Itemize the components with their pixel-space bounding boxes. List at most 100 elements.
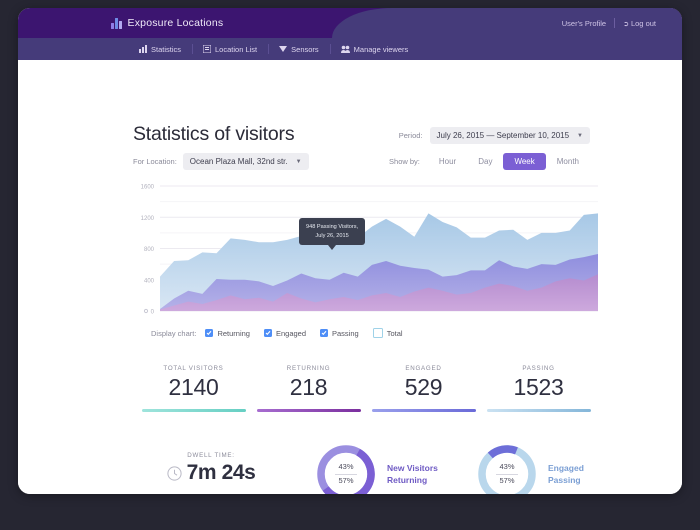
chevron-down-icon: ▼ <box>295 158 302 165</box>
kpi-label: Engaged <box>405 365 442 372</box>
showby-option-hour[interactable]: Hour <box>428 153 467 170</box>
chart-tooltip: 948 Passing Visitors, July 26, 2015 <box>299 218 366 251</box>
donut-legend-line-1: New Visitors <box>387 462 438 473</box>
donut-top-pct: 43% <box>338 461 354 471</box>
clock-icon <box>166 465 182 481</box>
kpi-returning: Returning 218 <box>251 365 366 412</box>
divider <box>335 473 357 475</box>
legend-toggle-returning[interactable]: Returning <box>205 329 250 338</box>
kpi-color-bar <box>141 409 246 412</box>
kpi-passing: Passing 1523 <box>481 365 596 412</box>
brand: Exposure Locations <box>111 8 223 38</box>
svg-text:1200: 1200 <box>141 216 155 222</box>
kpi-color-bar <box>256 409 361 412</box>
showby-option-month[interactable]: Month <box>546 153 590 170</box>
nav-item-sensors[interactable]: Sensors <box>268 38 330 60</box>
showby-option-day[interactable]: Day <box>467 153 503 170</box>
bar-chart-icon <box>111 17 122 29</box>
donut-legend: New Visitors Returning <box>387 462 438 487</box>
dwell-time-value: 7m 24s <box>186 461 256 484</box>
kpi-label: Passing <box>522 365 555 372</box>
dwell-time-label: Dwell Time: <box>187 452 235 459</box>
donut-engaged-passing: 43% 57% Engaged Passing <box>476 443 584 494</box>
showby-option-week[interactable]: Week <box>503 153 546 170</box>
period-select[interactable]: July 26, 2015 — September 10, 2015 ▼ <box>429 127 590 144</box>
legend-toggle-total[interactable]: Total <box>372 328 403 338</box>
svg-text:800: 800 <box>144 247 155 253</box>
donut-legend-line-2: Passing <box>548 475 581 485</box>
legend-label-text: Total <box>386 328 403 338</box>
location-select-value: Ocean Plaza Mall, 32nd str. <box>189 157 288 166</box>
kpi-label: Total Visitors <box>163 365 224 372</box>
chevron-down-icon: ▼ <box>577 132 583 139</box>
tooltip-line-2: July 26, 2015 <box>315 232 349 239</box>
donut-legend: Engaged Passing <box>548 462 584 487</box>
nav-label: Statistics <box>151 44 182 54</box>
nav-item-manage-viewers[interactable]: Manage viewers <box>329 38 420 60</box>
svg-text:1600: 1600 <box>141 185 155 191</box>
location-label: For Location: <box>133 157 177 166</box>
period-label: Period: <box>398 131 423 140</box>
kpi-value: 2140 <box>168 374 219 400</box>
donut-legend-line-1: Engaged <box>548 462 584 473</box>
dwell-time-card: Dwell Time: 7m 24s <box>136 452 286 494</box>
nav-label: Manage viewers <box>353 44 409 54</box>
show-by-control: Show by: Hour Day Week Month <box>389 153 590 170</box>
period-select-value: July 26, 2015 — September 10, 2015 <box>436 131 570 140</box>
user-profile-link[interactable]: User's Profile <box>562 19 606 28</box>
kpi-value: 529 <box>404 374 443 400</box>
app-window: Exposure Locations User's Profile ➲ Log o… <box>18 8 682 494</box>
nav-label: Location List <box>215 44 258 54</box>
topbar-account-links: User's Profile ➲ Log out <box>562 8 656 38</box>
legend-label-text: Returning <box>217 328 250 338</box>
kpi-value: 218 <box>289 374 328 400</box>
legend-toggle-engaged[interactable]: Engaged <box>263 329 306 338</box>
page-content: Statistics of visitors For Location: Oce… <box>18 60 682 494</box>
brand-name: Exposure Locations <box>127 17 224 29</box>
logout-link[interactable]: ➲ Log out <box>623 19 656 28</box>
chart-icon <box>139 45 147 53</box>
donut-percentages: 43% 57% <box>476 443 538 494</box>
main-navigation: Statistics Location List Sensors Manage … <box>18 38 682 60</box>
checkbox-unchecked-icon <box>372 328 383 338</box>
kpi-color-bar <box>371 409 476 412</box>
kpi-label: Returning <box>286 365 331 372</box>
divider <box>496 473 518 475</box>
donut-bottom-pct: 57% <box>338 475 354 485</box>
svg-text:400: 400 <box>144 278 155 284</box>
chart-legend: Display chart: Returning Engaged Passing… <box>151 328 410 338</box>
donut-legend-line-2: Returning <box>387 475 428 485</box>
nav-item-location-list[interactable]: Location List <box>192 38 268 60</box>
visitors-area-chart[interactable]: 0 400 800 1200 1600 948 Passing Visitors, Ju… <box>133 182 598 325</box>
show-by-label: Show by: <box>389 157 420 166</box>
top-bar: Exposure Locations User's Profile ➲ Log o… <box>18 8 682 38</box>
list-icon <box>203 45 212 53</box>
page-title: Statistics of visitors <box>133 123 295 145</box>
svg-text:0: 0 <box>151 310 155 316</box>
checkbox-checked-icon <box>320 329 328 337</box>
users-icon <box>340 45 350 53</box>
donut-new-visitors-returning: 43% 57% New Visitors Returning <box>315 443 438 494</box>
nav-label: Sensors <box>291 44 319 54</box>
checkbox-checked-icon <box>263 329 272 337</box>
period-filter: Period: July 26, 2015 — September 10, 20… <box>399 127 590 144</box>
legend-label-text: Passing <box>332 328 359 338</box>
donut-chart[interactable]: 43% 57% <box>476 443 538 494</box>
donut-top-pct: 43% <box>499 461 515 471</box>
location-filter: For Location: Ocean Plaza Mall, 32nd str… <box>133 153 309 170</box>
kpi-engaged: Engaged 529 <box>366 365 481 412</box>
dwell-time-value-row: 7m 24s <box>136 461 286 485</box>
kpi-total-visitors: Total Visitors 2140 <box>136 365 251 412</box>
logout-icon: ➲ <box>623 20 629 28</box>
nav-item-statistics[interactable]: Statistics <box>128 38 192 60</box>
donut-bottom-pct: 57% <box>499 475 515 485</box>
sensor-icon <box>279 46 288 52</box>
legend-label: Display chart: <box>151 328 197 338</box>
donut-percentages: 43% 57% <box>315 443 377 494</box>
chart-canvas: 0 400 800 1200 1600 <box>141 185 598 316</box>
donut-chart[interactable]: 43% 57% <box>315 443 377 494</box>
divider <box>614 18 616 28</box>
legend-toggle-passing[interactable]: Passing <box>320 329 359 338</box>
kpi-value: 1523 <box>513 374 564 400</box>
location-select[interactable]: Ocean Plaza Mall, 32nd str. ▼ <box>182 153 309 170</box>
